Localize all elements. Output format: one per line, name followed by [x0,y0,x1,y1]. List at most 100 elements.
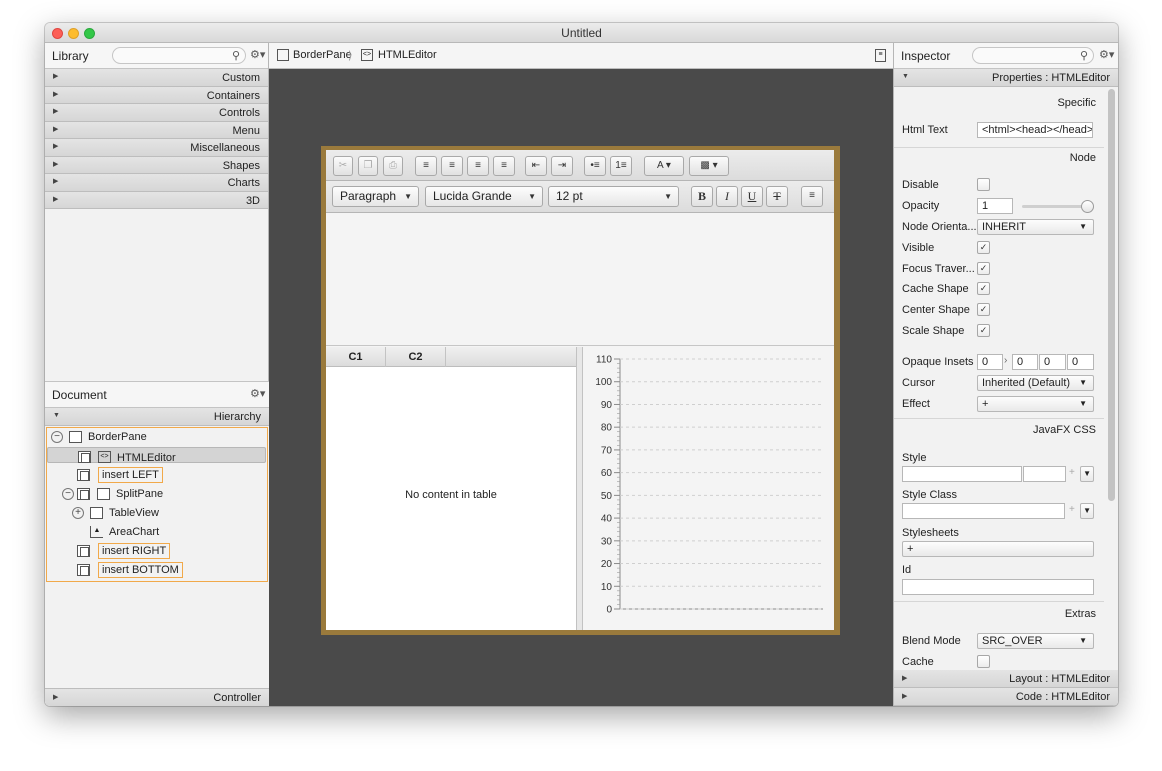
divider [894,418,1104,419]
underline-button[interactable]: U [741,186,763,207]
tree-item-insert-left[interactable]: insert LEFT [47,466,266,485]
minimize-window-button[interactable] [68,28,79,39]
library-category-miscellaneous[interactable]: ▶ Miscellaneous [45,139,268,157]
html-text-field[interactable]: <html><head></head><l [977,122,1093,138]
column-header-c1[interactable]: C1 [326,347,386,367]
add-style-class-icon[interactable]: + [1069,504,1075,515]
align-left-icon[interactable]: ≡ [415,156,437,176]
tree-item-borderpane[interactable]: − BorderPane [47,428,266,447]
borderpane-stage[interactable]: ✂ ❐ ⎙ ≡ ≡ ≡ ≡ ⇤ ⇥ •≡ 1≡ A ▾ ▩ ▾ Paragrap… [321,146,840,635]
opaque-insets-right-field[interactable]: 0 [1012,354,1038,370]
y-tick-label: 20 [601,559,613,570]
javafx-css-section-title: JavaFX CSS [1033,424,1096,436]
tree-item-htmleditor[interactable]: <> HTMLEditor [47,447,266,464]
opacity-slider-thumb[interactable] [1081,200,1094,213]
effect-select[interactable]: + ▼ [977,396,1094,412]
opaque-insets-left-field[interactable]: 0 [1067,354,1094,370]
horizontal-rule-icon[interactable]: ≡ [801,186,823,207]
inspector-search-input[interactable]: ⚲ [972,47,1094,64]
library-category-shapes[interactable]: ▶ Shapes [45,156,268,174]
italic-button[interactable]: I [716,186,738,207]
disclosure-triangle-icon: ▶ [53,178,59,185]
align-justify-icon[interactable]: ≡ [493,156,515,176]
font-family-select[interactable]: Lucida Grande ▼ [425,186,543,207]
text-color-icon[interactable]: A ▾ [644,156,684,176]
align-center-icon[interactable]: ≡ [441,156,463,176]
html-edit-area[interactable] [326,213,834,346]
style-field[interactable] [902,466,1022,482]
bullet-list-icon[interactable]: •≡ [584,156,606,176]
layout-section-header[interactable]: ▶ Layout : HTMLEditor [894,670,1118,688]
library-category-3d[interactable]: ▶ 3D [45,191,268,209]
opacity-field[interactable]: 1 [977,198,1013,214]
close-window-button[interactable] [52,28,63,39]
cursor-select[interactable]: Inherited (Default) ▼ [977,375,1094,391]
library-search-input[interactable]: ⚲ [112,47,246,64]
cache-checkbox[interactable] [977,655,990,668]
center-shape-checkbox[interactable]: ✓ [977,303,990,316]
focus-traversable-checkbox[interactable]: ✓ [977,262,990,275]
library-category-menu[interactable]: ▶ Menu [45,121,268,139]
bold-button[interactable]: B [691,186,713,207]
background-color-icon[interactable]: ▩ ▾ [689,156,729,176]
node-orientation-select[interactable]: INHERIT ▼ [977,219,1094,235]
document-gear-icon[interactable]: ⚙▾ [250,387,265,400]
controller-section[interactable]: ▶ Controller [45,688,269,706]
inspector-gear-icon[interactable]: ⚙▾ [1099,48,1114,61]
tableview-icon [90,507,103,519]
dropdown-arrow-icon: ▼ [1079,636,1087,645]
add-style-icon[interactable]: + [1069,467,1075,478]
column-header-c2[interactable]: C2 [386,347,446,367]
library-category-controls[interactable]: ▶ Controls [45,104,268,122]
library-category-containers[interactable]: ▶ Containers [45,86,268,104]
cache-shape-checkbox[interactable]: ✓ [977,282,990,295]
numbered-list-icon[interactable]: 1≡ [610,156,632,176]
opaque-insets-top-field[interactable]: 0 [977,354,1003,370]
zoom-window-button[interactable] [84,28,95,39]
scale-shape-checkbox[interactable]: ✓ [977,324,990,337]
strikethrough-button[interactable]: T [766,186,788,207]
disable-checkbox[interactable] [977,178,990,191]
library-category-charts[interactable]: ▶ Charts [45,174,268,192]
tree-item-splitpane[interactable]: − SplitPane [47,485,266,504]
add-stylesheet-button[interactable]: + [902,541,1094,557]
opaque-insets-bottom-field[interactable]: 0 [1039,354,1066,370]
htmleditor-icon: <> [98,451,111,463]
align-right-icon[interactable]: ≡ [467,156,489,176]
dropdown-arrow-icon: ▼ [1079,399,1087,408]
tree-item-insert-bottom[interactable]: insert BOTTOM [47,561,266,580]
style-class-menu-button[interactable]: ▼ [1080,503,1094,519]
collapse-icon[interactable]: − [62,488,74,500]
tree-item-areachart[interactable]: ▲ AreaChart [47,523,266,542]
paste-icon[interactable]: ⎙ [383,156,403,176]
code-section-header[interactable]: ▶ Code : HTMLEditor [894,688,1118,706]
collapse-icon[interactable]: − [51,431,63,443]
opacity-slider[interactable] [1022,205,1088,208]
tree-item-tableview[interactable]: + TableView [47,504,266,523]
id-field[interactable] [902,579,1094,595]
document-icon[interactable]: ≡ [875,49,886,62]
paragraph-format-select[interactable]: Paragraph ▼ [332,186,419,207]
splitpane-preview: C1 C2 No content in table 110 100 90 80 70 60… [326,347,834,630]
expand-icon[interactable]: + [72,507,84,519]
library-gear-icon[interactable]: ⚙▾ [250,48,265,61]
style-menu-button[interactable]: ▼ [1080,466,1094,482]
blend-mode-select[interactable]: SRC_OVER ▼ [977,633,1094,649]
breadcrumb-item-borderpane[interactable]: BorderPane [293,49,352,61]
outdent-icon[interactable]: ⇤ [525,156,547,176]
y-tick-label: 40 [601,514,613,525]
style-class-field[interactable] [902,503,1065,519]
inspector-scrollbar[interactable] [1108,89,1115,501]
hierarchy-section[interactable]: ▼ Hierarchy [45,408,269,426]
copy-icon[interactable]: ❐ [358,156,378,176]
library-category-custom[interactable]: ▶ Custom [45,69,268,87]
breadcrumb-item-htmleditor[interactable]: HTMLEditor [378,49,437,61]
tableview-preview[interactable]: C1 C2 No content in table [326,347,577,630]
cut-icon[interactable]: ✂ [333,156,353,176]
tree-item-insert-right[interactable]: insert RIGHT [47,542,266,561]
indent-icon[interactable]: ⇥ [551,156,573,176]
properties-header[interactable]: ▼ Properties : HTMLEditor [894,69,1118,87]
visible-checkbox[interactable]: ✓ [977,241,990,254]
style-value-field[interactable] [1023,466,1066,482]
font-size-select[interactable]: 12 pt ▼ [548,186,679,207]
